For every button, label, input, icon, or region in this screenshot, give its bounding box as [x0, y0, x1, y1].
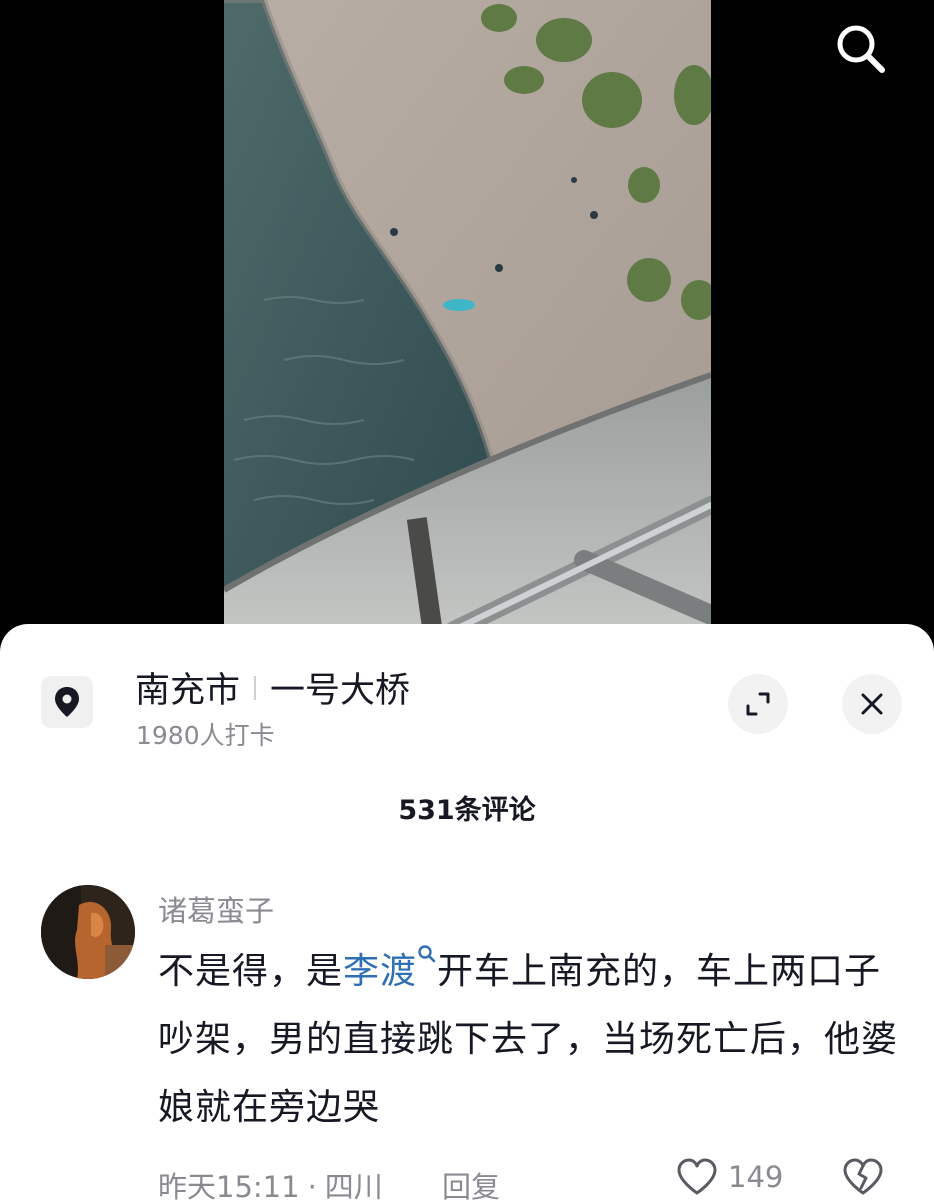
close-icon — [861, 693, 883, 715]
comment-text-before: 不是得，是 — [158, 951, 344, 992]
video-player[interactable] — [224, 0, 711, 630]
expand-button[interactable] — [728, 674, 788, 734]
location-title: 南充市 一号大桥 — [135, 662, 410, 713]
video-frame-image — [224, 0, 711, 630]
location-checkins: 1980人打卡 — [136, 721, 275, 750]
location-divider — [254, 675, 257, 700]
comment-region: 四川 — [324, 1170, 383, 1200]
comment-time: 昨天15:11 — [158, 1170, 300, 1200]
comment-author[interactable]: 诸葛蛮子 — [158, 888, 274, 930]
dislike-button[interactable] — [842, 1158, 884, 1200]
heart-icon — [677, 1158, 717, 1195]
broken-heart-icon — [843, 1158, 883, 1195]
location-bar[interactable]: 南充市 一号大桥 1980人打卡 — [0, 624, 934, 754]
expand-icon — [746, 692, 770, 716]
location-pin-icon — [55, 687, 79, 717]
app-screen: 南充市 一号大桥 1980人打卡 531条评论 诸葛蛮子 不是得，是李渡 开车上… — [0, 0, 934, 1200]
comment-mention-text: 李渡 — [343, 951, 418, 992]
comment-count: 531条评论 — [398, 795, 536, 826]
comment-mention-link[interactable]: 李渡 — [343, 945, 437, 992]
location-pin-badge — [41, 676, 93, 728]
location-city: 南充市 — [135, 671, 241, 711]
comment-text: 不是得，是李渡 开车上南充的，车上两口子吵架，男的直接跳下去了，当场死亡后，他婆娘… — [158, 938, 898, 1142]
meta-dot: · — [307, 1170, 317, 1200]
like-button[interactable]: 149 — [676, 1158, 783, 1196]
mention-search-icon — [418, 945, 436, 963]
close-button[interactable] — [842, 674, 902, 734]
comments-sheet: 南充市 一号大桥 1980人打卡 531条评论 诸葛蛮子 不是得，是李渡 开车上… — [0, 624, 934, 1200]
avatar[interactable] — [41, 885, 135, 979]
location-place: 一号大桥 — [270, 671, 411, 711]
avatar-image — [41, 885, 135, 979]
search-button[interactable] — [828, 16, 892, 80]
like-count: 149 — [728, 1160, 784, 1194]
reply-button[interactable]: 回复 — [442, 1164, 500, 1200]
search-icon — [837, 25, 885, 73]
comment-meta: 昨天15:11 · 四川 — [158, 1164, 383, 1200]
